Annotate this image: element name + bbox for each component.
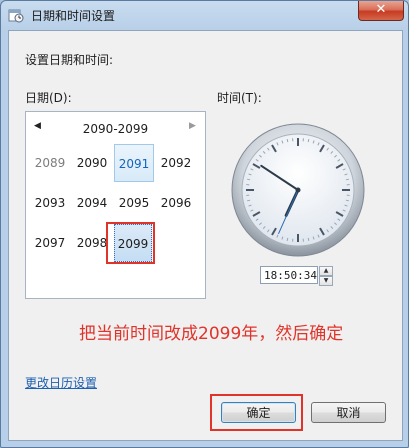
year-cell[interactable]: 2096: [156, 184, 196, 222]
calendar-clock-icon: [8, 9, 24, 23]
year-cell[interactable]: 2097: [30, 224, 70, 262]
close-icon: ✕: [375, 2, 387, 17]
year-cell[interactable]: 2095: [114, 184, 154, 222]
instruction-annotation: 把当前时间改成2099年，然后确定: [79, 324, 344, 344]
year-cell[interactable]: 2090: [72, 144, 112, 182]
highlight-box-year: [106, 222, 155, 264]
decade-header[interactable]: 2090-2099: [26, 122, 205, 136]
time-label: 时间(T):: [217, 91, 262, 105]
dialog-body: 设置日期和时间: 日期(D): 时间(T): ◀ ▶ 2090-2099 208…: [8, 30, 403, 441]
year-cell[interactable]: 2093: [30, 184, 70, 222]
change-calendar-settings-link[interactable]: 更改日历设置: [25, 374, 97, 391]
intro-text: 设置日期和时间:: [25, 53, 114, 67]
clock-minute-tick: [345, 178, 349, 181]
clock-minute-tick: [307, 139, 310, 143]
date-time-settings-window: 日期和时间设置 ✕ 设置日期和时间: 日期(D): 时间(T): ◀ ▶ 209…: [0, 0, 409, 448]
close-button[interactable]: ✕: [358, 1, 404, 21]
clock-minute-tick: [286, 237, 289, 241]
highlight-box-ok: [210, 394, 303, 431]
year-calendar[interactable]: ◀ ▶ 2090-2099 2089 2090 2091 2092 2093 2…: [25, 111, 206, 299]
year-cell-selected[interactable]: 2091: [114, 144, 154, 182]
cancel-button[interactable]: 取消: [311, 402, 386, 423]
title-bar: 日期和时间设置 ✕: [1, 1, 408, 29]
year-cell[interactable]: 2094: [72, 184, 112, 222]
spin-up-button[interactable]: ▲: [319, 266, 333, 276]
time-spinner[interactable]: ▲ ▼: [319, 266, 333, 286]
clock-minute-tick: [247, 199, 251, 202]
spin-down-button[interactable]: ▼: [319, 276, 333, 286]
clock-minute-tick: [307, 237, 310, 241]
window-title: 日期和时间设置: [31, 9, 116, 23]
year-cell[interactable]: 2092: [156, 144, 196, 182]
clock-minute-tick: [286, 139, 289, 143]
clock-minute-tick: [345, 199, 349, 202]
year-cell[interactable]: 2089: [30, 144, 70, 182]
time-input[interactable]: 18:50:34: [260, 266, 318, 284]
analog-clock: [231, 123, 365, 257]
clock-minute-tick: [247, 178, 251, 181]
date-label: 日期(D):: [25, 91, 72, 105]
